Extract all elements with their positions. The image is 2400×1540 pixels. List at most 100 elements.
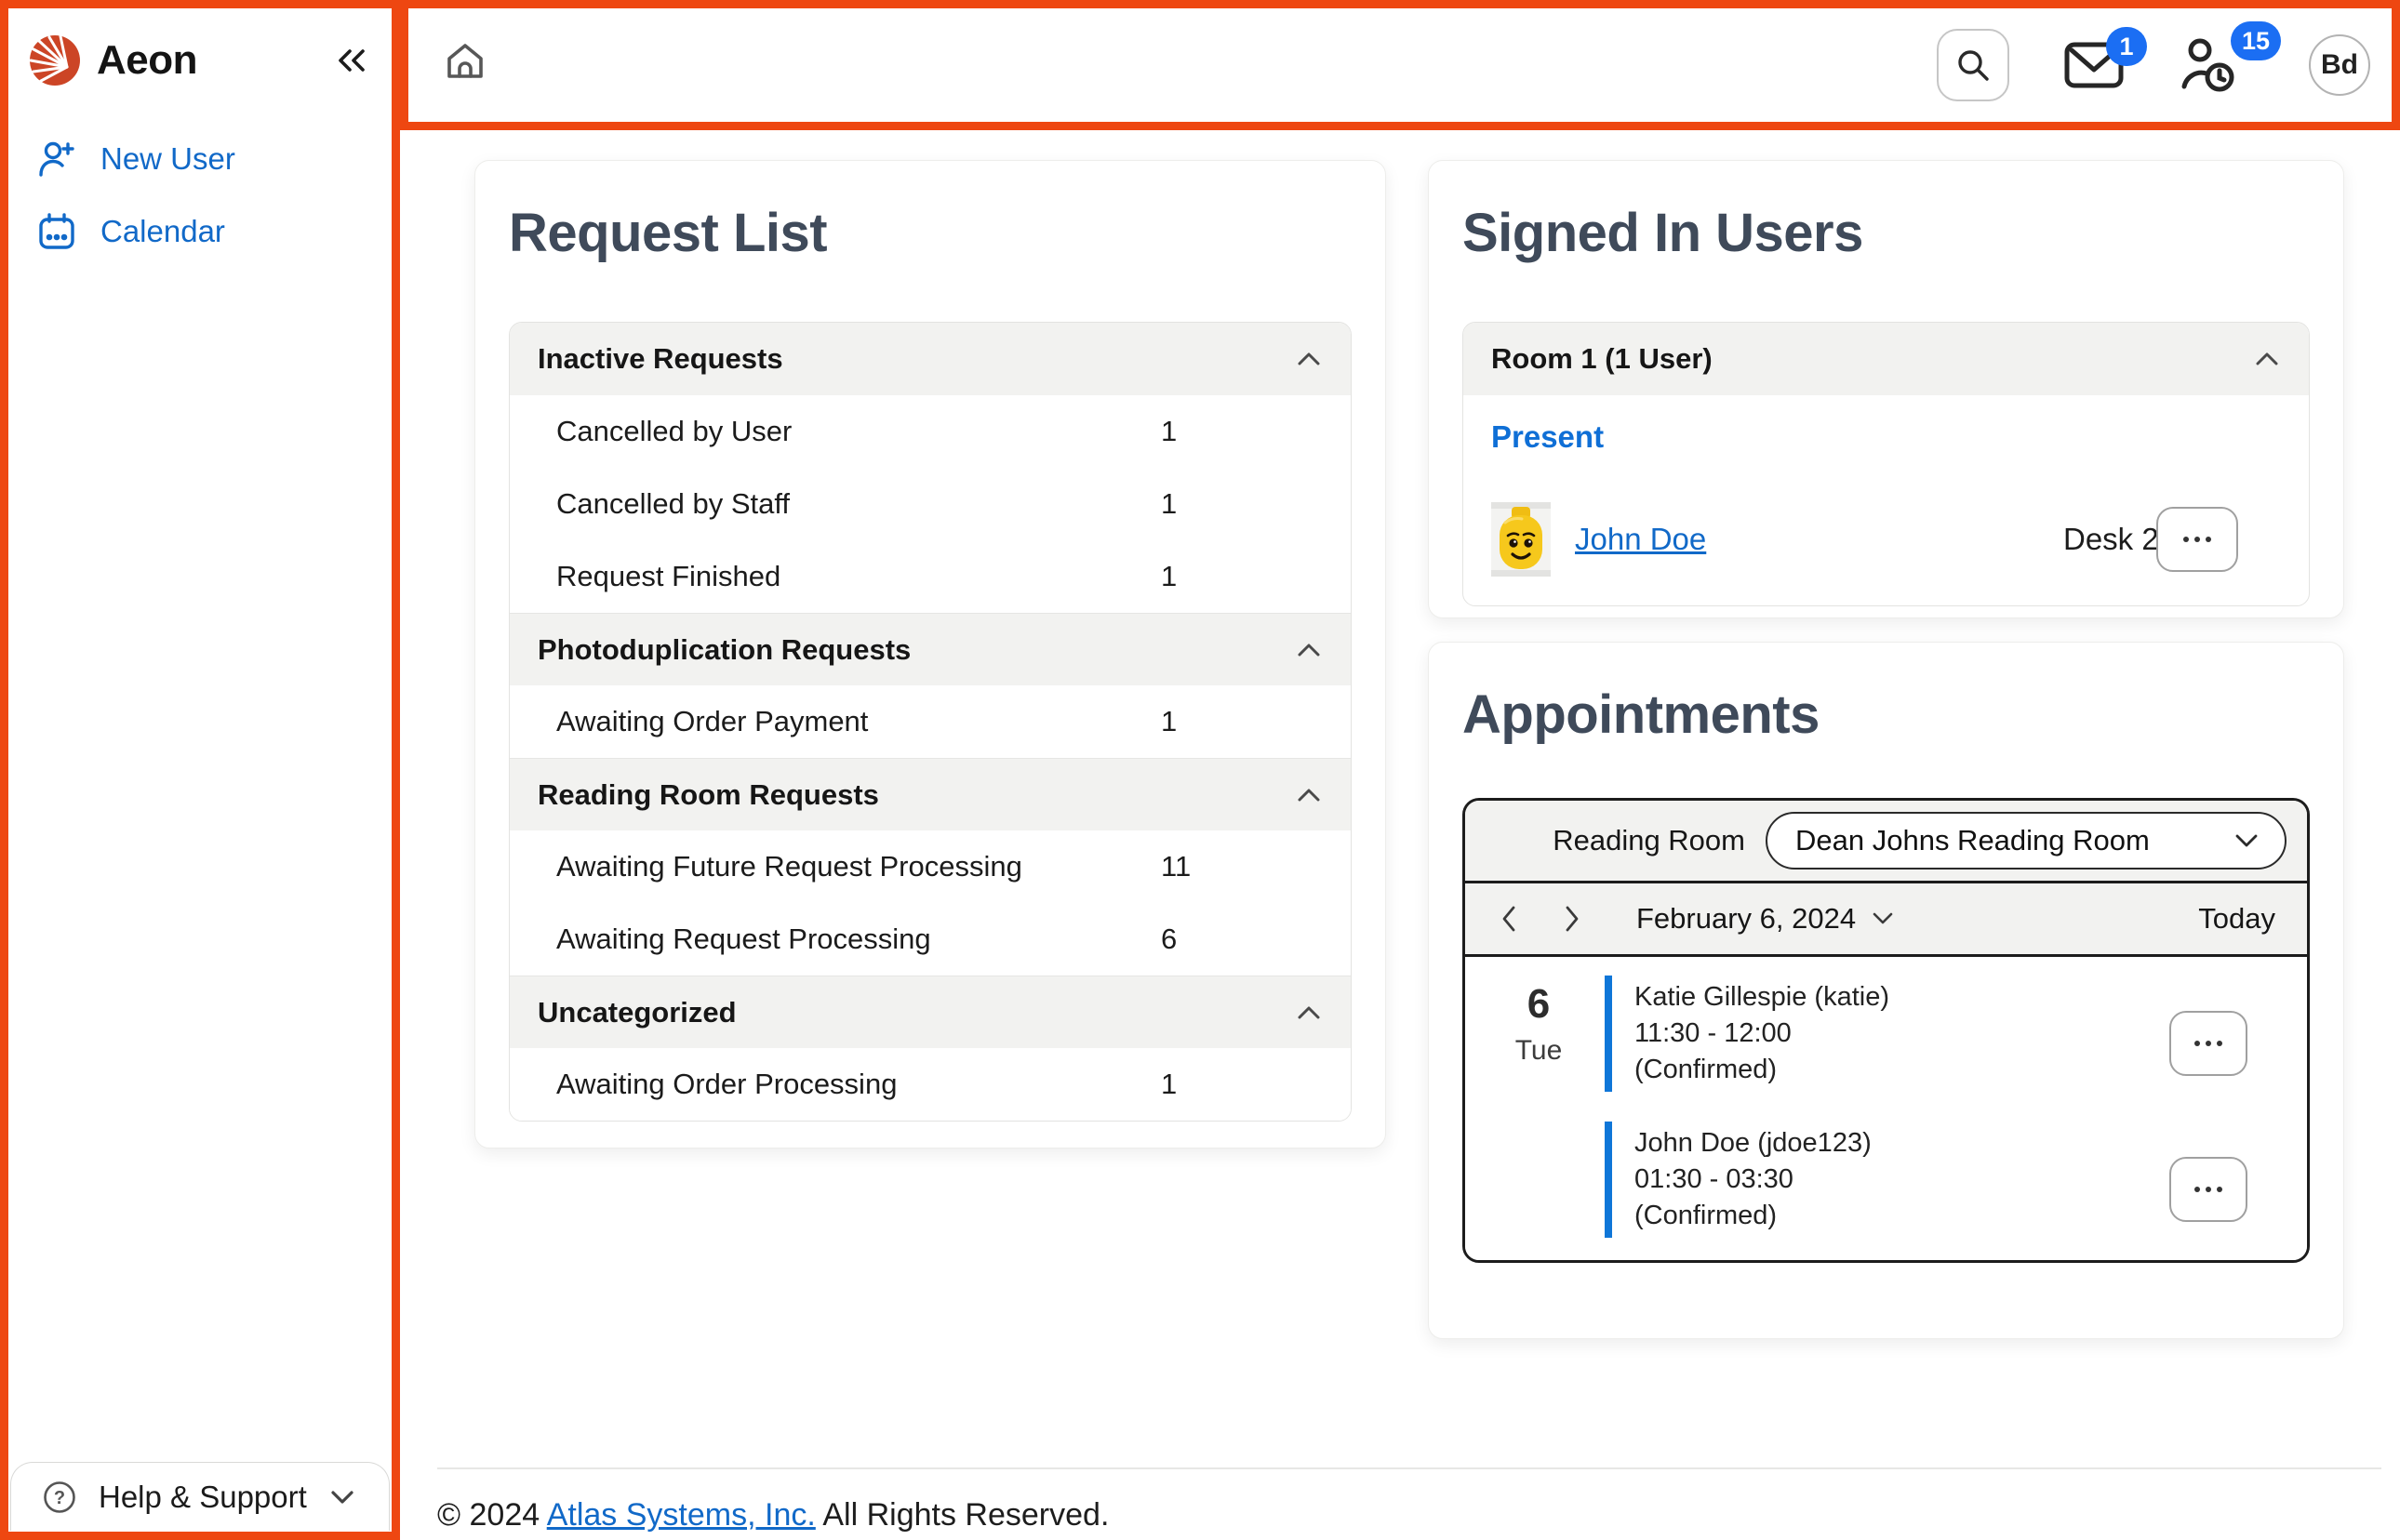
reading-room-select[interactable]: Dean Johns Reading Room bbox=[1766, 812, 2287, 870]
search-button[interactable] bbox=[1937, 29, 2009, 101]
signed-in-users-button[interactable]: 15 bbox=[2179, 36, 2238, 94]
main-content: Request List Inactive Requests Cancelled… bbox=[400, 130, 2400, 1540]
home-icon[interactable] bbox=[439, 35, 491, 87]
status-label: Awaiting Future Request Processing bbox=[556, 850, 1022, 883]
sidebar-item-calendar[interactable]: Calendar bbox=[0, 195, 400, 268]
section-title: Uncategorized bbox=[538, 996, 737, 1029]
status-label: Cancelled by User bbox=[556, 415, 792, 448]
person-add-icon bbox=[37, 139, 76, 179]
sidebar-header: Aeon bbox=[0, 0, 400, 97]
appointment-entry[interactable]: Katie Gillespie (katie) 11:30 - 12:00 (C… bbox=[1605, 976, 2273, 1092]
date-picker[interactable]: February 6, 2024 bbox=[1636, 902, 1895, 936]
request-status-row[interactable]: Awaiting Order Processing 1 bbox=[510, 1048, 1351, 1121]
request-list-card: Request List Inactive Requests Cancelled… bbox=[474, 160, 1386, 1148]
present-status-label: Present bbox=[1491, 419, 2281, 455]
user-name-link[interactable]: John Doe bbox=[1575, 522, 1706, 557]
sidebar-item-label: New User bbox=[100, 141, 235, 177]
chevron-up-icon bbox=[1295, 350, 1323, 368]
status-label: Cancelled by Staff bbox=[556, 487, 790, 521]
page-title: Signed In Users bbox=[1462, 202, 2310, 264]
mail-button[interactable]: 1 bbox=[2063, 40, 2125, 90]
status-count: 11 bbox=[1161, 850, 1191, 883]
status-label: Awaiting Order Processing bbox=[556, 1068, 897, 1101]
accordion-header-uncategorized[interactable]: Uncategorized bbox=[510, 976, 1351, 1048]
request-status-row[interactable]: Cancelled by User 1 bbox=[510, 395, 1351, 468]
chevron-down-icon bbox=[2233, 831, 2260, 850]
help-support-label: Help & Support bbox=[99, 1480, 307, 1515]
request-status-row[interactable]: Cancelled by Staff 1 bbox=[510, 468, 1351, 540]
accordion-header-photoduplication[interactable]: Photoduplication Requests bbox=[510, 613, 1351, 685]
appointment-actions-button[interactable] bbox=[2169, 1157, 2247, 1222]
chevron-up-icon bbox=[1295, 1003, 1323, 1022]
sidebar: Aeon New User bbox=[0, 0, 400, 1540]
reading-room-selected-value: Dean Johns Reading Room bbox=[1795, 824, 2150, 857]
request-status-row[interactable]: Awaiting Order Payment 1 bbox=[510, 685, 1351, 758]
atlas-systems-link[interactable]: Atlas Systems, Inc. bbox=[547, 1497, 816, 1533]
appointments-widget: Reading Room Dean Johns Reading Room Feb… bbox=[1462, 798, 2310, 1263]
status-count: 1 bbox=[1161, 1068, 1177, 1101]
signed-in-user-row: John Doe Desk 2 bbox=[1491, 483, 2281, 596]
status-count: 1 bbox=[1161, 705, 1177, 738]
chevron-down-icon bbox=[1871, 910, 1895, 927]
request-status-row[interactable]: Awaiting Future Request Processing 11 bbox=[510, 830, 1351, 903]
appointments-list: 6 Tue Katie Gillespie (katie) 11:30 - 12… bbox=[1465, 957, 2307, 1260]
sidebar-collapse-icon[interactable] bbox=[331, 42, 372, 79]
day-column: 6 Tue bbox=[1506, 981, 1571, 1067]
accordion-header-reading-room[interactable]: Reading Room Requests bbox=[510, 758, 1351, 830]
current-date-label: February 6, 2024 bbox=[1636, 902, 1856, 936]
room-header-label: Room 1 (1 User) bbox=[1491, 342, 1713, 376]
mail-badge: 1 bbox=[2106, 27, 2147, 66]
user-avatar-lego bbox=[1491, 502, 1551, 577]
brand-title: Aeon bbox=[97, 37, 197, 84]
desk-label: Desk 2 bbox=[2063, 522, 2159, 557]
copyright-suffix: All Rights Reserved. bbox=[816, 1497, 1110, 1533]
appointment-actions-button[interactable] bbox=[2169, 1011, 2247, 1076]
request-status-row[interactable]: Request Finished 1 bbox=[510, 540, 1351, 613]
question-circle-icon: ? bbox=[41, 1479, 78, 1516]
section-title: Reading Room Requests bbox=[538, 778, 879, 812]
date-navigation-row: February 6, 2024 Today bbox=[1465, 881, 2307, 957]
status-count: 1 bbox=[1161, 560, 1177, 593]
user-avatar[interactable]: Bd bbox=[2309, 34, 2370, 96]
signed-in-accordion: Room 1 (1 User) Present bbox=[1462, 322, 2310, 606]
request-list-accordion: Inactive Requests Cancelled by User 1 Ca… bbox=[509, 322, 1352, 1122]
request-status-row[interactable]: Awaiting Request Processing 6 bbox=[510, 903, 1351, 976]
appointment-bar bbox=[1605, 976, 1612, 1092]
accordion-header-room-1[interactable]: Room 1 (1 User) bbox=[1463, 323, 2309, 395]
copyright-prefix: © 2024 bbox=[437, 1497, 547, 1533]
next-day-icon[interactable] bbox=[1560, 903, 1584, 935]
svg-text:?: ? bbox=[54, 1488, 65, 1508]
signed-in-users-badge: 15 bbox=[2231, 21, 2281, 60]
section-title: Inactive Requests bbox=[538, 342, 783, 376]
status-count: 1 bbox=[1161, 487, 1177, 521]
page-title: Appointments bbox=[1462, 684, 2310, 746]
chevron-up-icon bbox=[2253, 350, 2281, 368]
help-support-button[interactable]: ? Help & Support bbox=[10, 1462, 390, 1531]
accordion-header-inactive-requests[interactable]: Inactive Requests bbox=[510, 323, 1351, 395]
status-count: 1 bbox=[1161, 415, 1177, 448]
appointment-name: Katie Gillespie (katie) bbox=[1634, 979, 2273, 1016]
appointment-bar bbox=[1605, 1122, 1612, 1238]
topbar-actions: 1 15 Bd bbox=[1937, 0, 2370, 130]
calendar-icon bbox=[37, 212, 76, 251]
day-name: Tue bbox=[1506, 1035, 1571, 1067]
room-body: Present bbox=[1463, 395, 2309, 605]
chevron-up-icon bbox=[1295, 641, 1323, 659]
sidebar-item-label: Calendar bbox=[100, 214, 225, 249]
appointments-card: Appointments Reading Room Dean Johns Rea… bbox=[1428, 642, 2344, 1339]
page-title: Request List bbox=[509, 202, 1352, 264]
day-number: 6 bbox=[1506, 981, 1571, 1028]
appointment-name: John Doe (jdoe123) bbox=[1634, 1125, 2273, 1162]
person-clock-icon bbox=[2179, 36, 2238, 94]
previous-day-icon[interactable] bbox=[1497, 903, 1521, 935]
footer: © 2024 Atlas Systems, Inc. All Rights Re… bbox=[437, 1467, 2381, 1533]
sidebar-item-new-user[interactable]: New User bbox=[0, 123, 400, 195]
sidebar-nav: New User Calendar bbox=[0, 123, 400, 268]
today-button[interactable]: Today bbox=[2198, 902, 2275, 936]
topbar: 1 15 Bd bbox=[400, 0, 2400, 130]
appointment-entry[interactable]: John Doe (jdoe123) 01:30 - 03:30 (Confir… bbox=[1605, 1122, 2273, 1238]
signed-in-users-card: Signed In Users Room 1 (1 User) Present bbox=[1428, 160, 2344, 618]
status-label: Request Finished bbox=[556, 560, 780, 593]
user-actions-button[interactable] bbox=[2156, 507, 2238, 572]
reading-room-label: Reading Room bbox=[1553, 824, 1745, 857]
